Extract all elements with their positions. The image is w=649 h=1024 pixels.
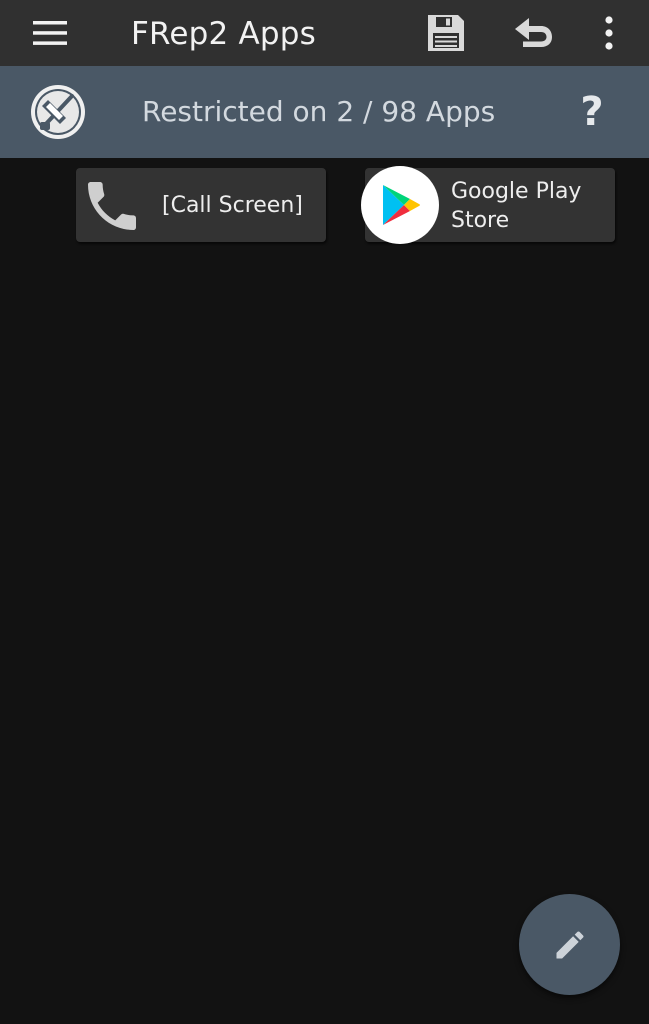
edit-fab-button[interactable]: [519, 894, 620, 995]
help-button[interactable]: ?: [566, 82, 618, 142]
top-toolbar: FRep2 Apps: [0, 0, 649, 66]
restriction-status-text: Restricted on 2 / 98 Apps: [142, 95, 496, 128]
floppy-disk-icon: [428, 15, 464, 51]
page-title: FRep2 Apps: [131, 16, 317, 52]
app-label: [Call Screen]: [162, 193, 303, 218]
app-root: FRep2 Apps Restricted on 2 / 98 Apps ? […: [0, 0, 649, 1024]
undo-arrow-icon: [515, 18, 552, 47]
app-label: Google Play Store: [451, 179, 582, 233]
app-tile-google-play-store[interactable]: Google Play Store: [361, 166, 615, 244]
pencil-icon: [556, 930, 584, 958]
more-options-button[interactable]: [581, 0, 637, 66]
phone-icon: [88, 182, 136, 230]
restriction-status-bar: Restricted on 2 / 98 Apps ?: [0, 66, 649, 158]
hamburger-menu-icon: [33, 21, 67, 45]
google-play-icon: [361, 166, 439, 244]
menu-button[interactable]: [22, 0, 78, 66]
undo-button[interactable]: [506, 0, 562, 66]
frep-logo-icon: [31, 85, 85, 139]
vertical-dots-icon: [605, 16, 613, 50]
app-tile-call-screen[interactable]: [Call Screen]: [76, 168, 326, 242]
save-button[interactable]: [418, 0, 474, 66]
